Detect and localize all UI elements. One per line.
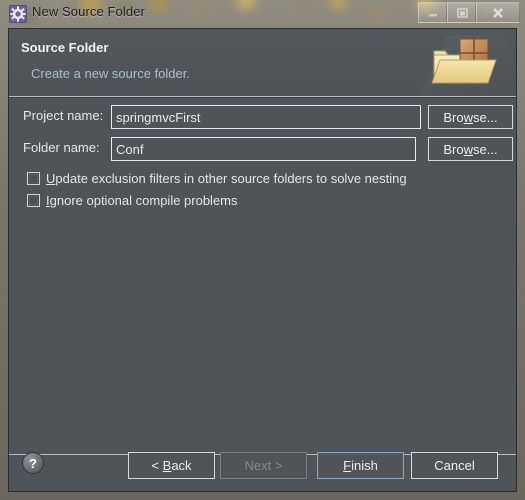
checkbox-box-icon[interactable] bbox=[27, 194, 40, 207]
window-title: New Source Folder bbox=[32, 4, 145, 19]
minimize-button[interactable] bbox=[418, 2, 447, 23]
titlebar[interactable]: New Source Folder bbox=[0, 0, 525, 28]
folder-name-input[interactable] bbox=[111, 137, 416, 161]
next-button-label: Next > bbox=[244, 458, 283, 473]
help-icon: ? bbox=[29, 455, 37, 471]
page-subtitle: Create a new source folder. bbox=[31, 66, 190, 81]
maximize-button[interactable] bbox=[447, 2, 476, 23]
minimize-icon bbox=[428, 13, 437, 16]
finish-button[interactable]: Finish bbox=[317, 452, 404, 479]
next-button: Next > bbox=[220, 452, 307, 479]
project-browse-button[interactable]: Browse... bbox=[428, 105, 513, 129]
folder-browse-button[interactable]: Browse... bbox=[428, 137, 513, 161]
wizard-header: Source Folder Create a new source folder… bbox=[9, 29, 516, 96]
source-folder-package-icon bbox=[418, 29, 508, 96]
back-button[interactable]: < Back bbox=[128, 452, 215, 479]
checkbox-box-icon[interactable] bbox=[27, 172, 40, 185]
cancel-button[interactable]: Cancel bbox=[411, 452, 498, 479]
help-button[interactable]: ? bbox=[22, 452, 44, 474]
dialog-window: New Source Folder Source Folder Create a… bbox=[0, 0, 525, 500]
dialog-client-area: Source Folder Create a new source folder… bbox=[8, 28, 517, 492]
project-name-input[interactable] bbox=[111, 105, 421, 129]
folder-name-label: Folder name: bbox=[23, 140, 100, 155]
project-name-row: Project name: Browse... bbox=[9, 105, 516, 129]
checkbox-ignore-optional-compile-problems[interactable]: Ignore optional compile problems bbox=[27, 193, 238, 208]
window-controls bbox=[418, 2, 520, 24]
checkbox-label: Ignore optional compile problems bbox=[46, 193, 238, 208]
page-title: Source Folder bbox=[21, 40, 109, 55]
folder-name-row: Folder name: Browse... bbox=[9, 137, 516, 161]
checkbox-label: Update exclusion filters in other source… bbox=[46, 171, 407, 186]
wizard-gear-icon bbox=[9, 5, 27, 23]
close-button[interactable] bbox=[476, 2, 520, 23]
maximize-icon bbox=[456, 7, 468, 18]
close-icon bbox=[493, 7, 503, 18]
dialog-body: Project name: Browse... Folder name: Bro… bbox=[9, 98, 516, 453]
cancel-button-label: Cancel bbox=[434, 458, 475, 473]
checkbox-update-exclusion-filters[interactable]: Update exclusion filters in other source… bbox=[27, 171, 407, 186]
project-name-label: Project name: bbox=[23, 108, 104, 123]
